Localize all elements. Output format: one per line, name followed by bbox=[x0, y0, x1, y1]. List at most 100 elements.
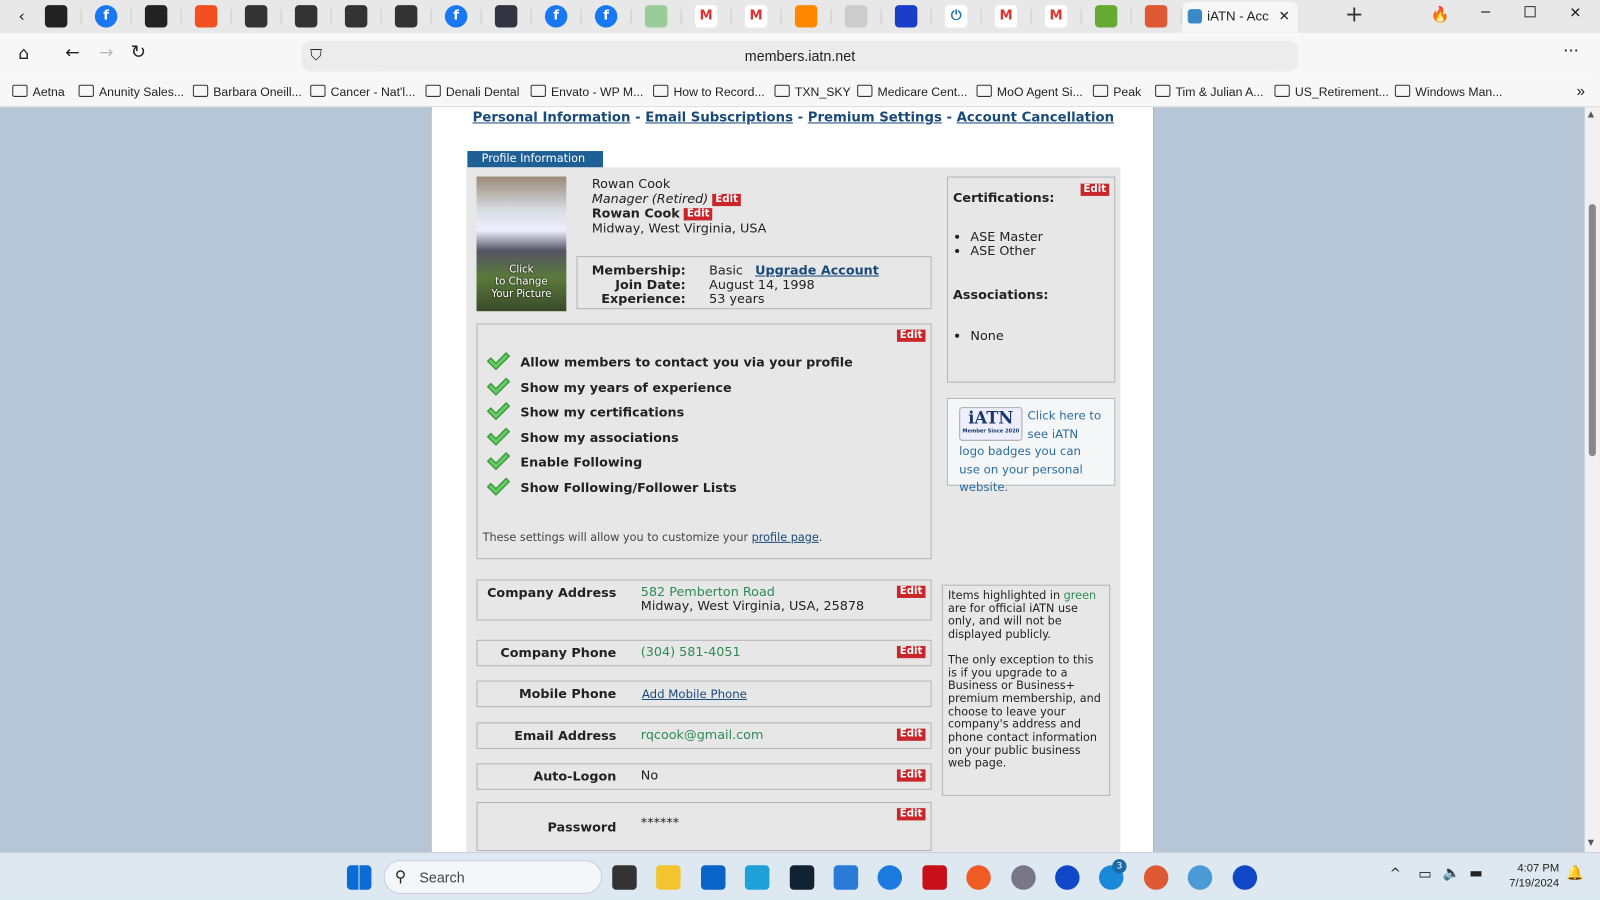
tab-active[interactable]: iATN - Acc ✕ bbox=[1182, 2, 1298, 33]
gmail-icon[interactable]: M bbox=[1044, 5, 1068, 28]
photos-icon[interactable] bbox=[833, 865, 859, 890]
network-icon[interactable]: ▭ bbox=[1418, 866, 1432, 882]
profile-page-link[interactable]: profile page bbox=[752, 531, 819, 544]
edge-icon[interactable] bbox=[745, 865, 770, 890]
start-icon[interactable] bbox=[346, 865, 372, 890]
bookmark-folder[interactable]: Anunity Sales... bbox=[79, 85, 184, 99]
notification-bell-icon[interactable]: 🔔 bbox=[1566, 865, 1584, 881]
close-tab-icon[interactable]: ✕ bbox=[1279, 2, 1290, 31]
forward-icon[interactable]: → bbox=[99, 43, 114, 63]
back-icon[interactable]: ← bbox=[65, 43, 80, 63]
edit-name-button[interactable]: Edit bbox=[683, 208, 713, 221]
bookmark-folder[interactable]: Envato - WP M... bbox=[531, 85, 643, 99]
shop-icon[interactable] bbox=[294, 5, 318, 28]
field-row: Company Phone (304) 581-4051 Edit bbox=[476, 639, 932, 667]
facebook-icon[interactable]: f bbox=[94, 5, 118, 28]
power-icon[interactable]: ⏻ bbox=[944, 5, 968, 28]
scroll-thumb[interactable] bbox=[1588, 204, 1596, 457]
microsoft-icon[interactable] bbox=[194, 5, 218, 28]
edit-field-button[interactable]: Edit bbox=[896, 769, 926, 782]
show-hidden-icons[interactable]: ^ bbox=[1390, 866, 1401, 881]
paint-icon[interactable] bbox=[1187, 865, 1213, 890]
taskbar-search[interactable]: ⚲ Search bbox=[383, 860, 603, 894]
gmail-icon[interactable]: M bbox=[744, 5, 768, 28]
brave-icon[interactable] bbox=[966, 865, 991, 890]
word-icon[interactable] bbox=[894, 5, 918, 28]
battery-icon[interactable]: ▬ bbox=[1469, 865, 1483, 881]
bookmark-folder[interactable]: US_Retirement... bbox=[1274, 85, 1389, 99]
reload-icon[interactable]: ↻ bbox=[131, 42, 146, 63]
nav-email-subscriptions[interactable]: Email Subscriptions bbox=[645, 110, 793, 125]
bookmark-folder[interactable]: Denali Dental bbox=[426, 85, 520, 99]
malwarebytes-icon[interactable] bbox=[1055, 865, 1080, 890]
bookmark-folder[interactable]: Medicare Cent... bbox=[857, 85, 968, 99]
profile-photo[interactable]: Click to Change Your Picture bbox=[476, 176, 567, 312]
bookmark-folder[interactable]: Tim & Julian A... bbox=[1155, 85, 1264, 99]
bookmark-folder[interactable]: TXN_SKY bbox=[774, 85, 851, 99]
bookmark-folder[interactable]: Barbara Oneill... bbox=[193, 85, 301, 99]
bookmark-folder[interactable]: MoO Agent Si... bbox=[977, 85, 1083, 99]
shield-icon[interactable]: ⛉ bbox=[310, 41, 321, 72]
new-tab-icon[interactable]: + bbox=[1345, 2, 1364, 28]
flame-icon[interactable]: 🔥 bbox=[1431, 5, 1450, 23]
app-icon[interactable] bbox=[794, 5, 818, 28]
scroll-down-icon[interactable]: ▼ bbox=[1588, 838, 1594, 847]
field-label: Company Address bbox=[487, 584, 617, 600]
tab-scroll-left-icon[interactable]: ‹ bbox=[18, 6, 25, 25]
nav-premium-settings[interactable]: Premium Settings bbox=[808, 110, 942, 125]
gmail-icon[interactable]: M bbox=[994, 5, 1018, 28]
nav-personal-information[interactable]: Personal Information bbox=[473, 110, 631, 125]
facebook-icon[interactable]: f bbox=[594, 5, 618, 28]
facebook-icon[interactable]: f bbox=[544, 5, 568, 28]
page-scrollbar[interactable]: ▲ ▼ bbox=[1584, 107, 1600, 853]
minimize-icon[interactable]: − bbox=[1480, 4, 1492, 20]
more-menu-icon[interactable]: ··· bbox=[1563, 41, 1579, 60]
facebook-icon[interactable]: f bbox=[444, 5, 468, 28]
tab-profile-information[interactable]: Profile Information bbox=[467, 151, 604, 168]
task-view-icon[interactable] bbox=[612, 865, 637, 890]
nav-account-cancellation[interactable]: Account Cancellation bbox=[957, 110, 1114, 125]
bookmark-folder[interactable]: Aetna bbox=[12, 85, 65, 99]
pinwheel-icon[interactable] bbox=[144, 5, 168, 28]
gmail-icon[interactable]: M bbox=[694, 5, 718, 28]
duckduckgo-icon[interactable] bbox=[1143, 865, 1169, 890]
bookmark-folder[interactable]: Peak bbox=[1093, 85, 1141, 99]
upgrade-account-link[interactable]: Upgrade Account bbox=[755, 262, 879, 277]
settings-icon[interactable] bbox=[1010, 865, 1036, 890]
edit-field-button[interactable]: Edit bbox=[896, 585, 926, 598]
flag-icon[interactable] bbox=[844, 5, 868, 28]
bookmark-folder[interactable]: How to Record... bbox=[653, 85, 764, 99]
pdf-icon[interactable] bbox=[494, 5, 518, 28]
scroll-up-icon[interactable]: ▲ bbox=[1588, 109, 1594, 118]
clock[interactable]: 4:07 PM 7/19/2024 bbox=[1500, 861, 1559, 892]
home-icon[interactable]: ⌂ bbox=[18, 44, 29, 64]
proton-icon[interactable] bbox=[44, 5, 68, 28]
more-bookmarks-icon[interactable]: » bbox=[1577, 83, 1586, 100]
edit-title-button[interactable]: Edit bbox=[712, 193, 742, 206]
stripe-icon[interactable] bbox=[644, 5, 668, 28]
adobe-icon[interactable] bbox=[922, 865, 947, 890]
bookmark-folder[interactable]: Cancer - Nat'l... bbox=[310, 85, 416, 99]
malwarebytes-icon[interactable] bbox=[1232, 865, 1257, 890]
edit-certifications-button[interactable]: Edit bbox=[1080, 183, 1110, 196]
bookmark-folder[interactable]: Windows Man... bbox=[1395, 85, 1502, 99]
address-bar[interactable]: ⛉ members.iatn.net bbox=[302, 40, 1298, 72]
restore-icon[interactable] bbox=[1524, 6, 1536, 18]
edit-settings-button[interactable]: Edit bbox=[896, 329, 926, 342]
settings-app-icon[interactable] bbox=[789, 865, 814, 890]
edit-field-button[interactable]: Edit bbox=[896, 645, 926, 659]
j-icon[interactable] bbox=[1094, 5, 1118, 28]
shop-icon[interactable] bbox=[244, 5, 268, 28]
add-mobile-phone-link[interactable]: Add Mobile Phone bbox=[642, 687, 747, 701]
edit-field-button[interactable]: Edit bbox=[896, 728, 926, 741]
outlook-icon[interactable] bbox=[700, 865, 726, 890]
shop-icon[interactable] bbox=[344, 5, 368, 28]
close-window-icon[interactable]: ✕ bbox=[1569, 5, 1581, 21]
maps-icon[interactable] bbox=[877, 865, 903, 890]
volume-icon[interactable]: 🔈 bbox=[1443, 865, 1461, 881]
edit-field-button[interactable]: Edit bbox=[896, 808, 926, 821]
duckduckgo-icon[interactable] bbox=[1144, 5, 1168, 28]
shop-icon[interactable] bbox=[394, 5, 418, 28]
badge-box[interactable]: iATN Member Since 2020 Click here to see … bbox=[946, 397, 1116, 494]
file-explorer-icon[interactable] bbox=[656, 865, 682, 890]
